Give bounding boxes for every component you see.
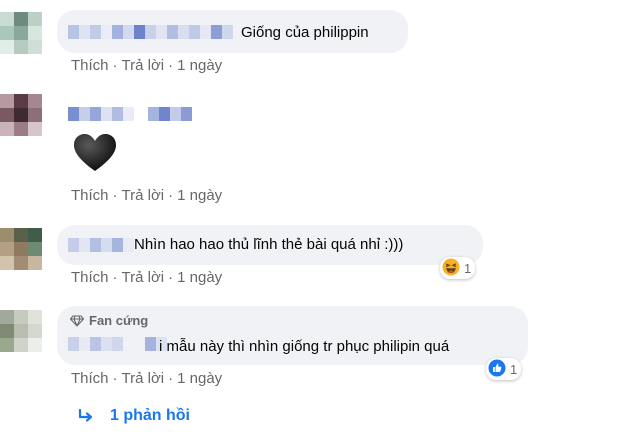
separator-dot: · xyxy=(168,187,174,204)
commenter-name[interactable] xyxy=(68,25,233,39)
separator-dot: · xyxy=(168,370,174,387)
timestamp[interactable]: 1 ngày xyxy=(177,370,222,387)
black-heart-icon xyxy=(73,133,117,173)
like-link[interactable]: Thích xyxy=(71,269,109,286)
reaction-badge[interactable]: 1 xyxy=(440,257,476,279)
like-link[interactable]: Thích xyxy=(71,187,109,204)
haha-icon xyxy=(442,258,460,279)
comment-actions: Thích · Trả lời · 1 ngày xyxy=(71,57,222,74)
fan-badge-label: Fan cứng xyxy=(89,313,149,328)
separator-dot: · xyxy=(112,57,118,74)
comment-text: Giống của philippin xyxy=(241,24,369,41)
avatar[interactable] xyxy=(0,12,42,54)
commenter-name[interactable] xyxy=(68,238,134,252)
view-replies-label: 1 phản hồi xyxy=(110,407,190,424)
separator-dot: · xyxy=(112,370,118,387)
comment-text: Nhìn hao hao thủ lĩnh thẻ bài quá nhỉ :)… xyxy=(134,236,404,253)
reaction-badge[interactable]: 1 xyxy=(486,358,522,380)
comment-actions: Thích · Trả lời · 1 ngày xyxy=(71,187,222,204)
timestamp[interactable]: 1 ngày xyxy=(177,187,222,204)
reply-link[interactable]: Trả lời xyxy=(122,57,165,74)
commenter-name[interactable] xyxy=(68,107,192,121)
timestamp[interactable]: 1 ngày xyxy=(177,269,222,286)
separator-dot: · xyxy=(168,57,174,74)
fan-badge[interactable]: Fan cứng xyxy=(70,313,148,328)
diamond-icon xyxy=(70,314,84,327)
like-link[interactable]: Thích xyxy=(71,370,109,387)
separator-dot: · xyxy=(168,269,174,286)
reaction-count: 1 xyxy=(464,260,472,276)
like-icon xyxy=(488,359,506,380)
like-link[interactable]: Thích xyxy=(71,57,109,74)
commenter-name[interactable] xyxy=(68,337,167,351)
avatar[interactable] xyxy=(0,228,42,270)
timestamp[interactable]: 1 ngày xyxy=(177,57,222,74)
comment-actions: Thích · Trả lời · 1 ngày xyxy=(71,269,222,286)
avatar[interactable] xyxy=(0,310,42,352)
comment-text: i mẫu này thì nhìn giống tr phục philipi… xyxy=(159,338,450,355)
reply-link[interactable]: Trả lời xyxy=(122,370,165,387)
comment-actions: Thích · Trả lời · 1 ngày xyxy=(71,370,222,387)
separator-dot: · xyxy=(112,269,118,286)
avatar[interactable] xyxy=(0,94,42,136)
reply-link[interactable]: Trả lời xyxy=(122,269,165,286)
reaction-count: 1 xyxy=(510,361,518,377)
separator-dot: · xyxy=(112,187,118,204)
reply-arrow-icon xyxy=(78,409,94,423)
view-replies-link[interactable]: 1 phản hồi xyxy=(78,407,190,425)
reply-link[interactable]: Trả lời xyxy=(122,187,165,204)
